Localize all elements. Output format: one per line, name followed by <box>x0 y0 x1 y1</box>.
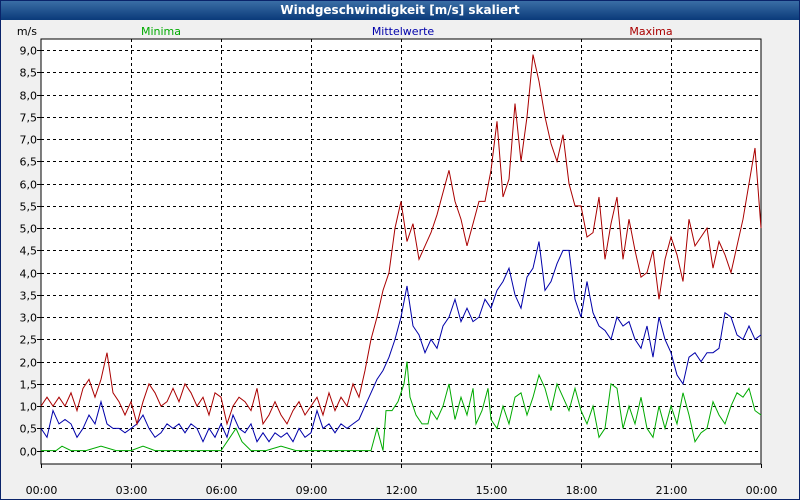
y-tick-label: 1,0 <box>20 401 38 414</box>
y-tick-label: 6,5 <box>20 156 38 169</box>
y-tick-label: 4,5 <box>20 245 38 258</box>
x-tick-time: 12:00 <box>386 484 418 497</box>
x-tick-time: 06:00 <box>206 484 238 497</box>
y-tick-label: 7,0 <box>20 134 38 147</box>
y-tick-label: 8,0 <box>20 90 38 103</box>
legend-label-maxima: Maxima <box>629 25 672 38</box>
y-tick-label: 7,5 <box>20 112 38 125</box>
y-tick-label: 2,5 <box>20 334 38 347</box>
x-tick-time: 18:00 <box>566 484 598 497</box>
y-tick-label: 8,5 <box>20 67 38 80</box>
window-title: Windgeschwindigkeit [m/s] skaliert <box>1 1 799 20</box>
x-tick-time: 09:00 <box>296 484 328 497</box>
y-tick-label: 5,5 <box>20 201 38 214</box>
wind-speed-chart: 0,0 0,5 1,0 1,5 2,0 2,5 3,0 3,5 4,0 4,5 5,0 5,5 6,0 6… <box>17 25 778 497</box>
x-axis: 00:0012.03.1803:0012.03.1806:0012.03.180… <box>26 464 778 497</box>
y-axis-label: m/s <box>17 25 37 38</box>
legend-label-mittelwerte: Mittelwerte <box>372 25 435 38</box>
y-tick-label: 4,0 <box>20 268 38 281</box>
x-tick-time: 15:00 <box>476 484 508 497</box>
x-tick-time: 00:00 <box>26 484 58 497</box>
chart-window: Windgeschwindigkeit [m/s] skaliert 0,0 0,… <box>0 0 800 500</box>
y-axis: 0,0 0,5 1,0 1,5 2,0 2,5 3,0 3,5 4,0 4,5 5,0 5,5 6,0 6… <box>17 25 41 459</box>
legend-label-minima: Minima <box>141 25 181 38</box>
y-tick-label: 9,0 <box>20 45 38 58</box>
x-tick-time: 21:00 <box>656 484 688 497</box>
y-tick-label: 5,0 <box>20 223 38 236</box>
x-tick-time: 00:00 <box>746 484 778 497</box>
legend: Minima Mittelwerte Maxima <box>141 25 673 38</box>
y-tick-label: 0,5 <box>20 423 38 436</box>
y-tick-label: 1,5 <box>20 379 38 392</box>
y-tick-label: 2,0 <box>20 357 38 370</box>
y-tick-label: 6,0 <box>20 179 38 192</box>
y-tick-label: 0,0 <box>20 446 38 459</box>
y-tick-label: 3,0 <box>20 312 38 325</box>
x-tick-time: 03:00 <box>116 484 148 497</box>
y-tick-label: 3,5 <box>20 290 38 303</box>
